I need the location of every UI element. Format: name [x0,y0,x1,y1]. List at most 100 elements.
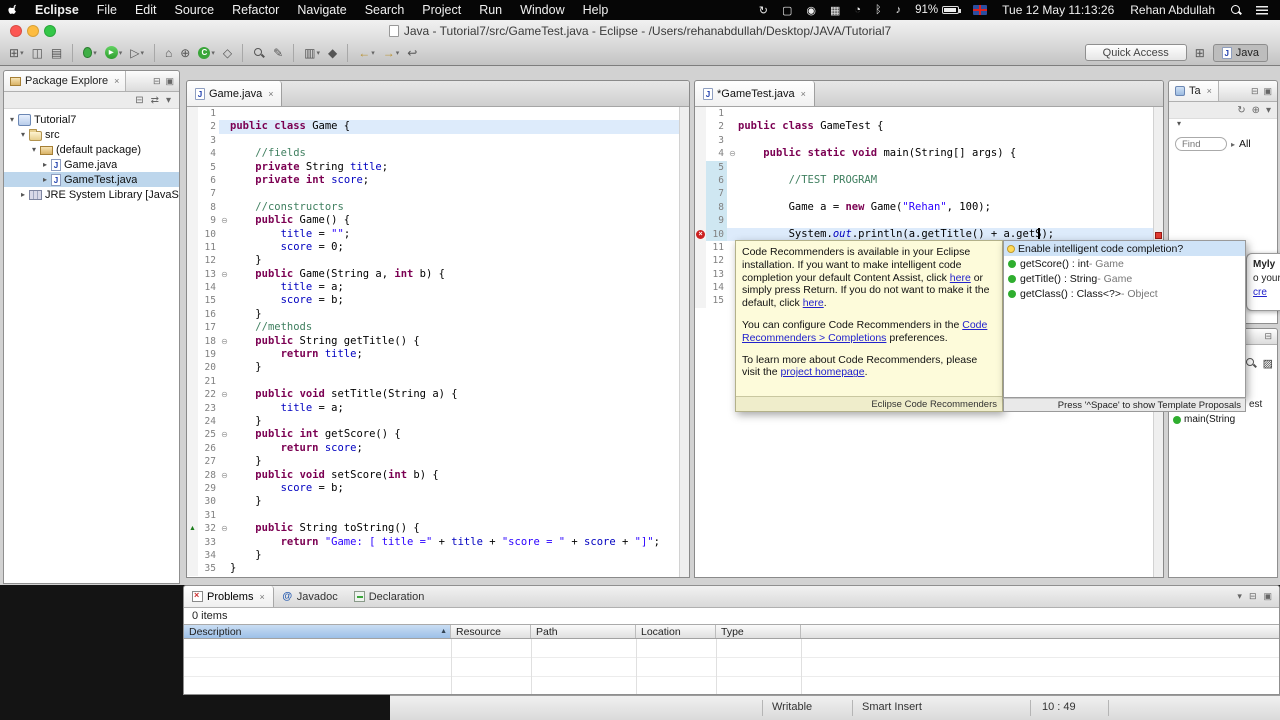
minimize-view-icon[interactable]: ⊟ [1251,86,1259,97]
tree-collapsed-arrow[interactable]: ▸ [18,190,28,199]
code-line-20[interactable]: 20 } [187,361,679,375]
view-menu-icon[interactable]: ▾ [166,95,171,106]
recommenders-link[interactable]: project homepage [781,366,865,378]
bluetooth-icon[interactable]: ᛒ [868,4,889,16]
code-line-34[interactable]: 34 } [187,548,679,563]
grid-icon[interactable]: ▨ [1263,357,1273,372]
column-header-location[interactable]: Location [636,625,716,638]
toolbar-print-icon[interactable]: ▤ [48,45,65,61]
battery-indicator[interactable]: 91% [908,4,966,16]
notification-center-icon[interactable] [1256,5,1268,15]
mylyn-text-fragment[interactable]: cre [1253,286,1279,300]
code-line-5[interactable]: 5 [695,160,1153,174]
menu-project[interactable]: Project [413,0,470,20]
chevron-down-icon[interactable]: ▾ [1169,119,1277,133]
record-icon[interactable]: ◉ [799,4,823,17]
java-perspective-button[interactable]: J Java [1212,43,1268,62]
code-line-30[interactable]: 30 } [187,495,679,509]
column-header-path[interactable]: Path [531,625,636,638]
close-tab-icon[interactable]: × [259,592,264,602]
toolbar-back-icon[interactable]: ← ▾ [355,45,378,61]
filter-arrow-icon[interactable]: ▸ [1231,140,1235,149]
code-line-14[interactable]: 14 title = a; [187,281,679,295]
search-icon[interactable] [1245,357,1257,372]
code-line-8[interactable]: 8 //constructors [187,200,679,215]
code-line-13[interactable]: 13 ⊖ public Game(String a, int b) { [187,267,679,282]
completion-item-getclass-class[interactable]: getClass() : Class<?> - Object [1004,286,1245,301]
toolbar-jar-icon[interactable]: ◆ [325,45,340,61]
code-line-15[interactable]: 15 score = b; [187,294,679,308]
toolbar-search-icon[interactable] [250,46,268,60]
package-explorer-tab[interactable]: Package Explore × [4,71,127,91]
close-tab-icon[interactable]: × [268,89,273,99]
time-machine-icon[interactable]: ↻ [752,4,775,17]
tree-collapsed-arrow[interactable]: ▸ [40,160,50,169]
code-line-11[interactable]: 11 score = 0; [187,240,679,255]
toolbar-open-type-icon[interactable]: ◇ [220,45,235,61]
menu-file[interactable]: File [88,0,126,20]
error-overview-marker[interactable] [1155,232,1162,239]
fold-collapse-icon[interactable]: ⊖ [219,388,230,401]
mylyn-popup[interactable]: Myly o your cre [1246,253,1280,311]
toolbar-save-icon[interactable]: ◫ [29,45,46,61]
code-line-25[interactable]: 25 ⊖ public int getScore() { [187,428,679,442]
task-list-tab[interactable]: Ta × [1169,81,1219,101]
code-line-1[interactable]: 1 [695,107,1153,121]
completion-item-gettitle-string[interactable]: getTitle() : String - Game [1004,271,1245,286]
code-line-2[interactable]: 2 public class Game { [187,120,679,134]
quick-access-button[interactable]: Quick Access [1084,44,1187,61]
toolbar-new-package-icon[interactable]: ⊕ [177,45,193,61]
open-perspective-icon[interactable]: ⊞ [1195,46,1205,60]
tree-expanded-arrow[interactable]: ▾ [7,115,17,124]
close-view-icon[interactable]: × [1207,86,1212,96]
code-line-21[interactable]: 21 [187,374,679,389]
fold-collapse-icon[interactable]: ⊖ [219,522,230,535]
code-line-27[interactable]: 27 } [187,455,679,469]
menu-source[interactable]: Source [165,0,223,20]
menu-window[interactable]: Window [511,0,573,20]
code-line-33[interactable]: 33 return "Game: [ title =" + title + "s… [187,535,679,549]
outline-item-main[interactable]: main(String [1173,414,1235,425]
tree-item-game-java[interactable]: ▸ J Game.java [4,157,179,172]
problems-table-body[interactable] [184,639,1279,694]
fold-collapse-icon[interactable]: ⊖ [727,147,738,160]
view-menu-icon[interactable]: ▾ [1266,105,1271,116]
tree-collapsed-arrow[interactable]: ▸ [40,175,50,184]
column-header-description[interactable]: Description ▲ [184,625,451,638]
code-line-26[interactable]: 26 return score; [187,441,679,456]
minimize-view-icon[interactable]: ⊟ [1249,591,1257,602]
completion-item-getscore-int[interactable]: getScore() : int - Game [1004,256,1245,271]
tree-expanded-arrow[interactable]: ▾ [29,145,39,154]
maximize-view-icon[interactable]: ▣ [165,76,174,87]
fold-collapse-icon[interactable]: ⊖ [219,469,230,482]
tree-item-tutorial7[interactable]: ▾ Tutorial7 [4,112,179,127]
close-view-icon[interactable]: × [114,76,119,86]
code-line-28[interactable]: 28 ⊖ public void setScore(int b) { [187,468,679,482]
menubar-clock[interactable]: Tue 12 May 11:13:26 [994,3,1122,17]
volume-icon[interactable]: ♪ [889,4,909,16]
fold-collapse-icon[interactable]: ⊖ [219,335,230,348]
recommenders-link[interactable]: here [803,297,824,309]
code-line-18[interactable]: 18 ⊖ public String getTitle() { [187,334,679,349]
toolbar-coverage-icon[interactable]: ▥ ▾ [301,45,323,61]
toolbar-debug-icon[interactable]: ▾ [80,46,100,59]
code-line-10[interactable]: 10 title = ""; [187,227,679,241]
menubar-user[interactable]: Rehan Abdullah [1122,3,1223,17]
code-line-9[interactable]: 9 [695,214,1153,228]
menu-search[interactable]: Search [356,0,414,20]
code-line-6[interactable]: 6 private int score; [187,173,679,188]
code-line-17[interactable]: 17 //methods [187,321,679,335]
tab-problems[interactable]: Problems × [184,586,274,607]
add-task-icon[interactable]: ⊕ [1252,105,1260,116]
code-line-5[interactable]: 5 private String title; [187,160,679,174]
recommenders-link[interactable]: here [950,272,971,284]
tree-item-default-package[interactable]: ▾ (default package) [4,142,179,157]
code-line-4[interactable]: 4 //fields [187,147,679,161]
apple-menu-icon[interactable] [0,3,26,17]
code-line-6[interactable]: 6 //TEST PROGRAM [695,173,1153,188]
toolbar-last-edit-icon[interactable]: ↩ [404,45,420,61]
code-line-8[interactable]: 8 Game a = new Game("Rehan", 100); [695,200,1153,215]
toolbar-external-tools-icon[interactable]: ▷ ▾ [127,45,147,61]
collapse-all-icon[interactable]: ⊟ [135,95,143,106]
tab-declaration[interactable]: Declaration [346,586,433,607]
